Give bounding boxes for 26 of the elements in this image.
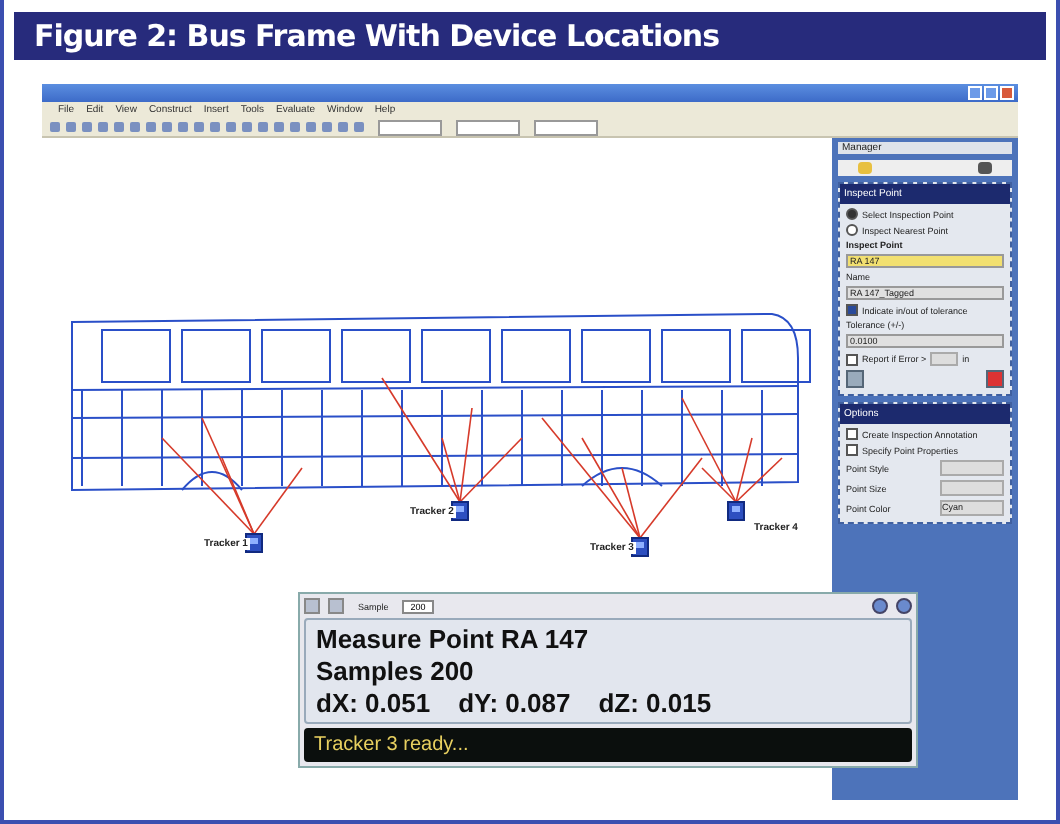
- minimize-icon[interactable]: [968, 86, 982, 100]
- reading-text: dZ: 0.015: [598, 688, 712, 718]
- measure-heading: Measure Point RA 147: [316, 624, 591, 654]
- dropdown[interactable]: [940, 480, 1004, 496]
- tracker-icon[interactable]: [727, 501, 745, 521]
- leader-line: [161, 417, 303, 535]
- checkbox[interactable]: [846, 444, 858, 456]
- radio-button[interactable]: [846, 208, 858, 220]
- radio-button[interactable]: [846, 224, 858, 236]
- toolbar-dropdown[interactable]: [456, 119, 520, 135]
- maximize-icon[interactable]: [984, 86, 998, 100]
- toolbar-dropdown[interactable]: [378, 119, 442, 135]
- leader-line: [381, 377, 523, 503]
- samples-text: Samples 200: [316, 656, 476, 686]
- toolbar-dropdown[interactable]: [534, 119, 598, 135]
- tracker-icon[interactable]: [631, 537, 649, 557]
- checkbox[interactable]: [846, 304, 858, 316]
- checkbox[interactable]: [846, 353, 858, 365]
- checkbox[interactable]: [846, 428, 858, 440]
- dropdown[interactable]: [940, 460, 1004, 476]
- reading-text: dY: 0.087: [458, 688, 571, 718]
- close-icon[interactable]: [1000, 86, 1014, 100]
- status-bar: Tracker 3 ready...: [304, 728, 912, 762]
- input-field[interactable]: [930, 352, 959, 366]
- figure-title: Figure 2: Bus Frame With Device Locations: [34, 18, 720, 54]
- reading-text: dX: 0.051: [316, 688, 431, 718]
